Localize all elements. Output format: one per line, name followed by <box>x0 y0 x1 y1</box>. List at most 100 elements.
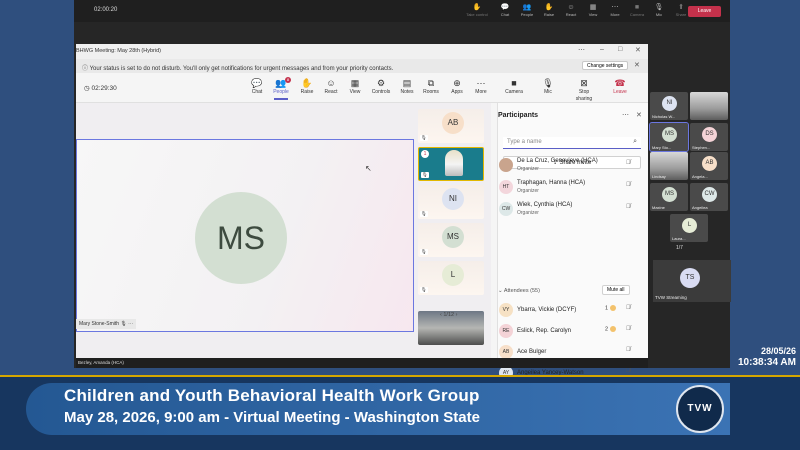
gallery-tile[interactable] <box>690 92 728 120</box>
organizer-row[interactable]: HT Traphagan, Hanna (HCA) Organizer 🎙̸ <box>498 178 649 199</box>
gallery-name: Angeilea <box>692 205 708 210</box>
gallery-tile[interactable]: MS Maxine <box>650 183 688 211</box>
react-icon: ☺ <box>567 4 575 11</box>
gallery-name: Angela... <box>692 174 708 179</box>
filmstrip-tile[interactable]: L 🎙 <box>418 261 484 295</box>
tvw-streaming-tile[interactable]: TS TVW Streaming <box>653 260 731 302</box>
mic-icon: 🎙 <box>542 78 554 88</box>
attendee-row[interactable]: RE Eslick, Rep. Carolyn 2 🎙̸ <box>498 322 649 343</box>
main-speaker-tile[interactable]: MS Mary Stone-Smith 🎙 ⋯ <box>76 139 414 332</box>
toolbar-stop-sharing-button[interactable]: ⊠ Stop sharing <box>571 77 597 103</box>
panel-more-icon[interactable]: ⋯ <box>622 111 629 119</box>
meeting-toolbar: ◷ 02:29:30 💬 Chat 👥 8 People ✋ Raise ☺ React ▦ Vie… <box>76 73 648 103</box>
gallery-tile[interactable]: L Laura... <box>670 214 708 242</box>
mic-off-icon[interactable]: 🎙̸ <box>626 368 631 374</box>
toolbar-leave-button[interactable]: ☎ Leave <box>607 77 633 96</box>
gallery-tile[interactable]: Lindsay <box>650 152 688 180</box>
toolbar-mic-button[interactable]: 🎙 Mic <box>535 77 561 96</box>
mic-off-icon[interactable]: 🎙̸ <box>626 305 631 311</box>
participant-avatar: MS <box>442 226 464 248</box>
gallery-tile[interactable]: NI Nicholas W... <box>650 92 688 120</box>
toolbar-apps-label: Apps <box>451 89 463 95</box>
organizer-row[interactable]: De La Cruz, Genevieve (HCA) Organizer 🎙̸ <box>498 156 649 177</box>
minimize-icon[interactable]: – <box>600 46 604 53</box>
toolbar-rooms-button[interactable]: ⧉ Rooms <box>418 77 444 96</box>
maximize-icon[interactable]: □ <box>618 46 622 53</box>
mic-off-icon[interactable]: 🎙̸ <box>626 160 631 166</box>
participant-role: Organizer <box>517 188 539 194</box>
gallery-tile[interactable]: MS Mary Sto... <box>649 122 689 152</box>
toolbar-react-button[interactable]: ☺ React <box>318 77 344 96</box>
outer-camera-label: Camera <box>629 12 645 17</box>
mic-off-icon: 🎙 <box>420 135 428 141</box>
window-title-bar: BHWG Meeting: May 28th (Hybrid) ⋯ – □ ✕ <box>76 44 648 59</box>
people-icon: 👥 <box>522 4 532 11</box>
more-icon: ⋯ <box>611 4 619 11</box>
mic-off-icon[interactable]: 🎙̸ <box>626 204 631 210</box>
toolbar-camera-button[interactable]: ■ Camera <box>501 77 527 96</box>
toolbar-rooms-label: Rooms <box>423 89 439 95</box>
apps-icon: ⊕ <box>453 78 461 88</box>
close-window-icon[interactable]: ✕ <box>635 46 641 54</box>
toolbar-people-label: People <box>273 89 289 95</box>
outer-gallery-pager[interactable]: 1/7 <box>676 245 683 251</box>
outer-chat-button[interactable]: 💬 Chat <box>494 3 516 18</box>
outer-leave-button[interactable]: Leave <box>688 6 721 17</box>
outer-people-button[interactable]: 👥 People <box>516 3 538 18</box>
main-speaker-avatar: MS <box>195 192 287 284</box>
gallery-avatar: NI <box>662 96 677 111</box>
mic-off-icon[interactable]: 🎙̸ <box>626 182 631 188</box>
filmstrip-tile[interactable]: 1 🎙 <box>418 147 484 181</box>
outer-more-button[interactable]: ⋯ More <box>604 3 626 18</box>
chat-icon: 💬 <box>251 78 263 88</box>
toolbar-apps-button[interactable]: ⊕ Apps <box>444 77 470 96</box>
outer-view-label: View <box>588 12 598 17</box>
toolbar-leave-label: Leave <box>613 89 627 95</box>
mic-off-icon[interactable]: 🎙̸ <box>626 347 631 353</box>
toolbar-chat-label: Chat <box>251 89 263 95</box>
participant-avatar: NI <box>442 188 464 210</box>
filmstrip-tile[interactable]: NI 🎙 <box>418 185 484 219</box>
more-options-icon[interactable]: ⋯ <box>578 46 585 54</box>
filmstrip-tile[interactable]: MS 🎙 <box>418 223 484 257</box>
gallery-tile[interactable]: DS Stephen... <box>690 123 728 151</box>
raise-hand-icon: ✋ <box>301 78 313 88</box>
toolbar-chat-button[interactable]: 💬 Chat <box>244 77 270 96</box>
outer-react-button[interactable]: ☺ React <box>560 3 582 18</box>
notice-close-icon[interactable]: ✕ <box>634 61 640 69</box>
toolbar-notes-button[interactable]: ▤ Notes <box>394 77 420 96</box>
presenter-name-bar: Bezley, Amanda (HCA) <box>76 358 648 368</box>
toolbar-people-button[interactable]: 👥 8 People <box>268 77 294 100</box>
participant-avatar: AB <box>442 112 464 134</box>
gallery-name: Maxine <box>652 205 665 210</box>
filmstrip-tile[interactable]: AB 🎙 <box>418 109 484 143</box>
gallery-name: Lindsay <box>652 174 666 179</box>
outer-camera-button[interactable]: ■ Camera <box>626 3 648 18</box>
outer-mic-button[interactable]: 🎙 Mic <box>648 3 670 18</box>
attendee-row[interactable]: VY Ybarra, Vickie (DCYF) 1 🎙̸ <box>498 301 649 322</box>
gallery-tile[interactable]: CW Angeilea <box>690 183 728 211</box>
change-settings-button[interactable]: Change settings <box>582 61 629 70</box>
camera-icon: ■ <box>511 78 517 88</box>
prev-page-icon[interactable]: ‹ <box>440 312 442 318</box>
organizer-row[interactable]: CW Wiek, Cynthia (HCA) Organizer 🎙̸ <box>498 200 649 221</box>
attendees-header[interactable]: ⌄ Attendees (55) Mute all <box>498 285 649 297</box>
outer-raise-button[interactable]: ✋ Raise <box>538 3 560 18</box>
gallery-tile[interactable]: AB Angela... <box>690 152 728 180</box>
next-page-icon[interactable]: › <box>456 312 458 318</box>
participant-search-input[interactable]: Type a name ⌕ <box>503 137 641 149</box>
outer-take-control-button[interactable]: ✋ Take control <box>466 3 488 18</box>
mic-off-icon[interactable]: 🎙̸ <box>626 326 631 332</box>
toolbar-more-button[interactable]: ⋯ More <box>468 77 494 96</box>
toolbar-controls-button[interactable]: ⚙ Controls <box>368 77 394 96</box>
phone-icon: ☎ <box>614 78 626 88</box>
mute-all-button[interactable]: Mute all <box>602 285 630 295</box>
participant-avatar: CW <box>499 202 513 216</box>
filmstrip-pager[interactable]: ‹ 1/12 › <box>440 312 457 318</box>
panel-close-icon[interactable]: ✕ <box>636 111 642 119</box>
outer-view-button[interactable]: ▦ View <box>582 3 604 18</box>
raised-hand-icon <box>609 305 616 311</box>
toolbar-view-button[interactable]: ▦ View <box>342 77 368 96</box>
participant-name: Ace Bulger <box>517 349 547 355</box>
toolbar-raise-button[interactable]: ✋ Raise <box>294 77 320 96</box>
